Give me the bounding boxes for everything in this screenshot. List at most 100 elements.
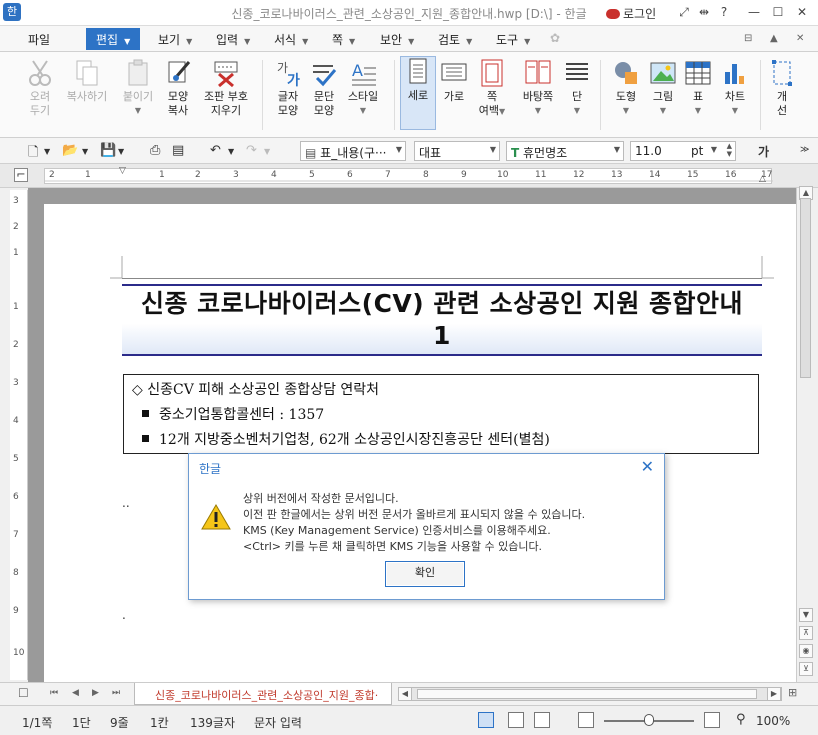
- new-document-icon[interactable]: 🗋: [28, 143, 38, 165]
- page-margin-button[interactable]: 쪽 여백▼: [472, 58, 512, 119]
- save-icon[interactable]: 💾: [100, 143, 116, 158]
- page-select-icon[interactable]: ◉: [799, 644, 813, 658]
- status-input-mode[interactable]: 문자 입력: [254, 714, 302, 731]
- ribbon-collapse-icon[interactable]: ⊟: [744, 33, 752, 44]
- ok-button[interactable]: 확인: [385, 561, 465, 587]
- zoom-out-icon[interactable]: [578, 712, 594, 728]
- scroll-right-icon[interactable]: ▶: [767, 687, 781, 701]
- redo-icon[interactable]: ↷: [246, 143, 257, 158]
- menu-view[interactable]: 보기 ▼: [158, 31, 192, 48]
- preview-icon[interactable]: ▤: [172, 143, 184, 158]
- table-button[interactable]: 표 ▼: [682, 58, 714, 118]
- vertical-ruler[interactable]: 3 2 1 1 2 3 4 5 6 7 8 9 10: [10, 190, 28, 680]
- tab-list-icon[interactable]: ☐: [18, 686, 29, 700]
- columns-button[interactable]: 단 ▼: [562, 58, 592, 118]
- document-tab[interactable]: 신종_코로나바이러스_관련_소상공인_지원_종합·: [134, 683, 392, 705]
- format-painter-button[interactable]: 모양 복사: [156, 58, 200, 118]
- document-title-box[interactable]: 신종 코로나바이러스(CV) 관련 소상공인 지원 종합안내 1: [122, 284, 762, 356]
- page-view-icon[interactable]: [478, 712, 494, 728]
- style-select[interactable]: ▤ 표_내용(구··· ▼: [300, 141, 406, 161]
- menu-insert[interactable]: 입력 ▼: [216, 31, 250, 48]
- zoom-slider-handle[interactable]: [644, 714, 654, 726]
- indent-marker-icon[interactable]: ▽: [119, 166, 126, 176]
- paste-button[interactable]: 붙이기 ▼: [116, 58, 160, 118]
- prev-tab-icon[interactable]: ◀: [72, 688, 79, 698]
- stray-text-mark: ..: [122, 496, 130, 510]
- copy-label: 복사하기: [66, 90, 108, 103]
- magnifier-icon[interactable]: ⚲: [736, 712, 746, 727]
- remove-codes-button[interactable]: 조판 부호 지우기: [198, 58, 254, 118]
- scroll-thumb[interactable]: [417, 689, 757, 699]
- close-icon[interactable]: ✕: [794, 5, 810, 19]
- last-tab-icon[interactable]: ⏭: [112, 688, 120, 698]
- tab-stop-icon[interactable]: ⌐: [14, 168, 28, 182]
- maximize-icon[interactable]: ☐: [770, 5, 786, 19]
- chart-button[interactable]: 차트 ▼: [716, 58, 754, 118]
- cut-label-2: 두기: [29, 104, 51, 117]
- menu-tools[interactable]: 도구 ▼: [496, 31, 530, 48]
- ruler-number: 5: [309, 170, 315, 180]
- full-view-icon[interactable]: [534, 712, 550, 728]
- menu-format[interactable]: 서식 ▼: [274, 31, 308, 48]
- horizontal-scrollbar[interactable]: ◀ ▶: [398, 687, 782, 701]
- prev-page-icon[interactable]: ⊼: [799, 626, 813, 640]
- chevron-down-icon[interactable]: ▼: [264, 147, 270, 156]
- chevron-down-icon[interactable]: ▼: [118, 147, 124, 156]
- stepper-icon[interactable]: ▲ ▼: [727, 142, 732, 158]
- first-tab-icon[interactable]: ⏮: [50, 688, 58, 698]
- tab-layout-icon[interactable]: ⊞: [788, 686, 797, 699]
- next-page-icon[interactable]: ⊻: [799, 662, 813, 676]
- horizontal-ruler[interactable]: 2 1 1 2 3 4 5 6 7 8 9 10 11 12 13 14 15 …: [44, 166, 773, 184]
- close-icon[interactable]: ✕: [641, 457, 654, 476]
- chevron-down-icon[interactable]: ▼: [44, 147, 50, 156]
- ribbon-up-icon[interactable]: ▲: [770, 33, 778, 44]
- minimize-icon[interactable]: —: [746, 5, 762, 19]
- next-tab-icon[interactable]: ▶: [92, 688, 99, 698]
- toolbar-expand-icon[interactable]: ≫: [800, 145, 809, 155]
- chevron-down-icon[interactable]: ▼: [82, 147, 88, 156]
- font-size-input[interactable]: 11.0 pt ▼ ▲ ▼: [630, 141, 736, 161]
- bold-button[interactable]: 가: [758, 143, 769, 160]
- document-title[interactable]: 신종 코로나바이러스(CV) 관련 소상공인 지원 종합안내 1: [122, 288, 762, 352]
- vertical-scrollbar[interactable]: ▲ ▼ ⊼ ◉ ⊻: [796, 186, 814, 682]
- right-margin-marker-icon[interactable]: △: [759, 174, 766, 184]
- open-folder-icon[interactable]: 📂: [62, 143, 78, 158]
- copy-button[interactable]: 복사하기: [62, 58, 112, 104]
- portrait-button[interactable]: 세로: [400, 56, 436, 130]
- palette-icon[interactable]: ✿: [550, 31, 560, 45]
- menu-file[interactable]: 파일: [28, 31, 50, 48]
- menu-security-label: 보안: [380, 33, 403, 47]
- object-button[interactable]: 개선: [766, 58, 798, 118]
- menu-security[interactable]: 보안 ▼: [380, 31, 414, 48]
- zoom-level[interactable]: 100%: [756, 714, 790, 728]
- zoom-in-icon[interactable]: [704, 712, 720, 728]
- char-shape-label-2: 모양: [277, 104, 299, 117]
- menu-page[interactable]: 쪽 ▼: [332, 31, 355, 48]
- status-page[interactable]: 1/1쪽: [22, 714, 52, 731]
- shape-button[interactable]: 도형 ▼: [606, 58, 646, 118]
- scroll-down-icon[interactable]: ▼: [799, 608, 813, 622]
- menu-edit[interactable]: 편집 ▼: [86, 28, 141, 50]
- chevron-down-icon: ▼: [613, 145, 620, 154]
- help-icon[interactable]: ?: [716, 5, 732, 19]
- login-button[interactable]: 로그인: [606, 5, 656, 22]
- scroll-thumb[interactable]: [800, 198, 811, 378]
- cut-button[interactable]: 오려 두기: [18, 58, 62, 118]
- picture-button[interactable]: 그림 ▼: [644, 58, 682, 118]
- chevron-down-icon[interactable]: ▼: [228, 147, 234, 156]
- split-icon[interactable]: ⇹: [696, 5, 712, 19]
- style-button[interactable]: A 스타일 ▼: [340, 58, 386, 118]
- scroll-left-icon[interactable]: ◀: [398, 687, 412, 701]
- menu-review[interactable]: 검토 ▼: [438, 31, 472, 48]
- language-select[interactable]: 대표 ▼: [414, 141, 500, 161]
- width-view-icon[interactable]: [508, 712, 524, 728]
- print-icon[interactable]: ⎙: [150, 143, 160, 158]
- font-select[interactable]: T 휴먼명조 ▼: [506, 141, 624, 161]
- master-page-button[interactable]: 바탕쪽 ▼: [516, 58, 560, 118]
- style-label: 스타일: [347, 90, 379, 103]
- landscape-button[interactable]: 가로: [438, 58, 470, 104]
- fullscreen-icon[interactable]: ⤢: [676, 5, 692, 20]
- undo-icon[interactable]: ↶: [210, 143, 221, 158]
- ribbon-close-icon[interactable]: ✕: [796, 33, 804, 44]
- contact-info-box[interactable]: ◇ 신종CV 피해 소상공인 종합상담 연락처 중소기업통합콜센터 : 1357…: [123, 374, 759, 454]
